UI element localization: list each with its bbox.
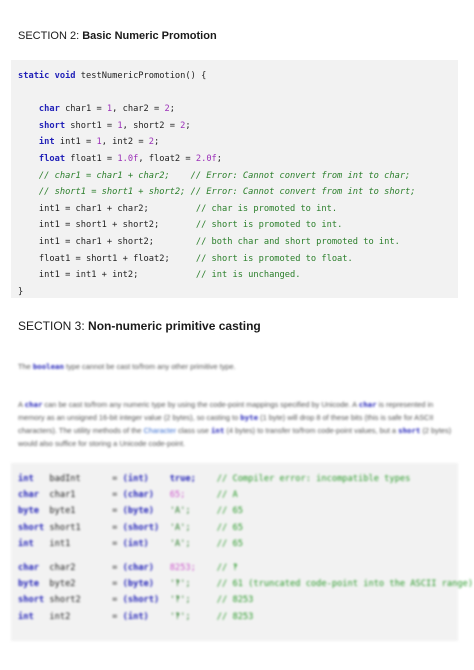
inline-code: int — [210, 426, 225, 435]
primitive-casting-code-block: int badInt = (int) true; // Compiler err… — [11, 463, 474, 641]
numeric-promotion-code-block: static void testNumericPromotion() { cha… — [11, 60, 458, 298]
inline-code: char — [358, 400, 377, 409]
character-class-link[interactable]: Character — [144, 426, 176, 435]
code-line: float float1 = 1.0f, float2 = 2.0f; — [38, 153, 223, 164]
inline-code: boolean — [32, 362, 64, 371]
method-signature: static void testNumericPromotion() { — [18, 71, 207, 81]
section-number: SECTION 2: — [18, 30, 80, 42]
code-line: byte byte2 = (byte) '‽'; // 61 (truncate… — [18, 579, 474, 590]
code-line: float1 = short1 + float2; // short is pr… — [38, 253, 353, 264]
code-line: char char1 = (char) 65; // A — [18, 490, 238, 501]
closing-brace: } — [18, 286, 24, 297]
code-line: char char1 = 1, char2 = 2; — [38, 104, 175, 115]
code-line: int int1 = (int) 'A'; // 65 — [18, 538, 243, 549]
code-line: int badInt = (int) true; // Compiler err… — [18, 474, 411, 484]
code-line: int1 = char1 + char2; // char is promote… — [38, 203, 338, 214]
code-line: short short1 = (short) 'A'; // 65 — [18, 522, 243, 533]
char-casting-paragraph: A char can be cast to/from any numeric t… — [18, 400, 452, 448]
code-line: char char2 = (char) 8253; // ‽ — [18, 562, 238, 573]
code-line: int1 = short1 + short2; // short is prom… — [38, 220, 343, 231]
inline-code: char — [24, 400, 43, 409]
code-line: int1 = char1 + short2; // both char and … — [38, 236, 400, 247]
code-line: short short2 = (short) '‽'; // 8253 — [18, 595, 254, 606]
inline-code: byte — [240, 413, 259, 422]
code-line: byte byte1 = (byte) 'A'; // 65 — [18, 506, 243, 517]
section-3-heading: SECTION 3: Non-numeric primitive casting — [18, 319, 261, 333]
section-number: SECTION 3: — [18, 319, 85, 333]
section-2-heading: SECTION 2: Basic Numeric Promotion — [18, 30, 217, 42]
code-line: int int2 = (int) '‽'; // 8253 — [18, 611, 254, 622]
code-rows: int badInt = (int) true; // Compiler err… — [18, 471, 474, 625]
section-title: Basic Numeric Promotion — [82, 30, 217, 42]
code-line: short short1 = 1, short2 = 2; — [38, 120, 191, 131]
code-line: int1 = int1 + int2; // int is unchanged. — [38, 270, 301, 281]
commented-code-line: // short1 = short1 + short2; // Error: C… — [38, 187, 416, 198]
inline-code: short — [398, 426, 421, 435]
boolean-paragraph: The boolean type cannot be cast to/from … — [18, 362, 236, 371]
commented-code-line: // char1 = char1 + char2; // Error: Cann… — [38, 170, 411, 181]
code-line: int int1 = 1, int2 = 2; — [38, 137, 160, 148]
section-title: Non-numeric primitive casting — [88, 319, 261, 333]
